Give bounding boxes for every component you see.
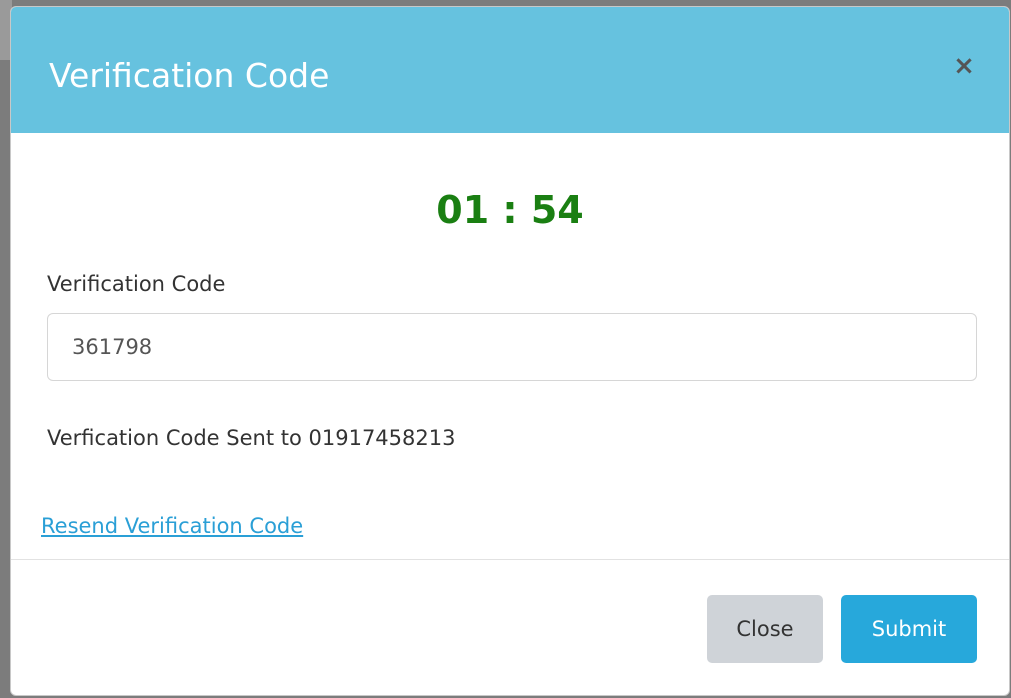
- verification-modal: Verification Code × 01 : 54 Verification…: [10, 6, 1010, 696]
- submit-button[interactable]: Submit: [841, 595, 977, 663]
- countdown-timer: 01 : 54: [436, 188, 584, 232]
- verification-code-label: Verification Code: [47, 272, 226, 296]
- verification-code-input[interactable]: [47, 313, 977, 381]
- modal-header: Verification Code ×: [11, 7, 1009, 133]
- footer-divider: [11, 559, 1009, 560]
- close-icon[interactable]: ×: [949, 51, 979, 81]
- resend-code-link[interactable]: Resend Verification Code: [41, 511, 303, 541]
- close-button[interactable]: Close: [707, 595, 823, 663]
- modal-title: Verification Code: [49, 56, 330, 95]
- code-sent-message: Verfication Code Sent to 01917458213: [47, 426, 456, 450]
